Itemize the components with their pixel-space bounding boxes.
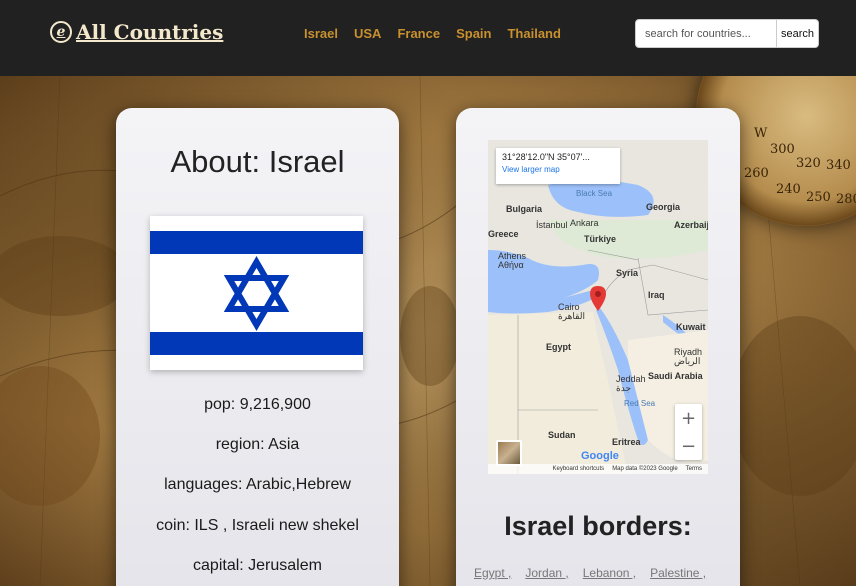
compass-text: 320 [796, 156, 821, 171]
borders-title: Israel borders: [504, 511, 692, 541]
map-label: Bulgaria [506, 204, 543, 214]
map-label: Iraq [648, 290, 665, 300]
map-label: Azerbaij [674, 220, 708, 230]
compass-text: 300 [770, 142, 795, 157]
compass-text: 280 [836, 192, 856, 207]
border-link-egypt[interactable]: Egypt , [474, 566, 511, 580]
nav-link-thailand[interactable]: Thailand [507, 26, 560, 41]
about-title: About: Israel [170, 144, 345, 179]
border-link-jordan[interactable]: Jordan , [525, 566, 568, 580]
map-label: Saudi Arabia [648, 371, 703, 381]
map-label: Ankara [570, 218, 599, 228]
embedded-google-map[interactable]: 31°28'12.0"N 35°07'... View larger map B… [488, 140, 708, 474]
google-logo: Google [581, 450, 619, 462]
brand-title: All Countries [76, 20, 224, 44]
satellite-toggle-thumbnail[interactable] [496, 440, 522, 466]
navbar: e All Countries Israel USA France Spain … [0, 0, 856, 76]
compass-text: 240 [776, 182, 801, 197]
zoom-out-button[interactable]: − [675, 432, 702, 460]
map-label: Egypt [546, 342, 572, 352]
nav-link-israel[interactable]: Israel [304, 26, 338, 41]
map-info-box: 31°28'12.0"N 35°07'... View larger map [496, 148, 620, 184]
compass-text: 340 [826, 158, 851, 173]
view-larger-map-link[interactable]: View larger map [502, 165, 614, 174]
terms-link[interactable]: Terms [686, 466, 702, 472]
country-nav: Israel USA France Spain Thailand [304, 26, 561, 41]
map-coordinates: 31°28'12.0"N 35°07'... [502, 152, 590, 162]
map-label: Syria [616, 268, 639, 278]
map-label: İstanbul [536, 220, 568, 230]
map-label: Georgia [646, 202, 681, 212]
map-label: Red Sea [624, 399, 656, 408]
map-data-attribution: Map data ©2023 Google [612, 466, 678, 472]
search-button[interactable]: search [776, 19, 819, 48]
brand-link[interactable]: e All Countries [50, 20, 223, 44]
search-input[interactable] [635, 19, 777, 48]
languages-text: languages: Arabic,Hebrew [164, 476, 351, 493]
region-text: region: Asia [215, 436, 300, 453]
map-label: جدة [616, 383, 632, 393]
compass-text: 260 [744, 166, 769, 181]
map-label: Sudan [548, 430, 576, 440]
map-label: Greece [488, 229, 519, 239]
google-logo-text: Google [581, 450, 619, 462]
map-label: Eritrea [612, 437, 641, 447]
map-label: Black Sea [576, 189, 613, 198]
israel-flag-image [150, 216, 363, 370]
border-link-lebanon[interactable]: Lebanon , [583, 566, 636, 580]
borders-list: Egypt , Jordan , Lebanon , Palestine , [474, 566, 706, 580]
coin-text: coin: ILS , Israeli new shekel [156, 517, 359, 534]
country-flag [150, 216, 363, 370]
brand-logo-icon: e [50, 21, 72, 43]
map-label: الرياض [674, 356, 701, 366]
about-card: About: Israel pop: 9,216,900 region: Asi… [116, 108, 399, 586]
map-zoom-control: + − [675, 404, 702, 460]
keyboard-shortcuts-link[interactable]: Keyboard shortcuts [552, 466, 604, 472]
map-label: القاهرة [558, 311, 585, 321]
compass-text: 250 [806, 190, 831, 205]
compass-text: W [754, 126, 768, 141]
nav-link-france[interactable]: France [397, 26, 440, 41]
population-text: pop: 9,216,900 [204, 396, 311, 413]
map-card: 31°28'12.0"N 35°07'... View larger map B… [456, 108, 740, 586]
map-label: Türkiye [584, 234, 617, 244]
map-label: Kuwait [676, 322, 706, 332]
map-footer: Keyboard shortcuts Map data ©2023 Google… [488, 464, 708, 474]
capital-text: capital: Jerusalem [193, 557, 322, 574]
map-label: Αθήνα [498, 260, 524, 270]
nav-link-spain[interactable]: Spain [456, 26, 491, 41]
zoom-in-button[interactable]: + [675, 404, 702, 432]
nav-link-usa[interactable]: USA [354, 26, 381, 41]
border-link-palestine[interactable]: Palestine , [650, 566, 706, 580]
